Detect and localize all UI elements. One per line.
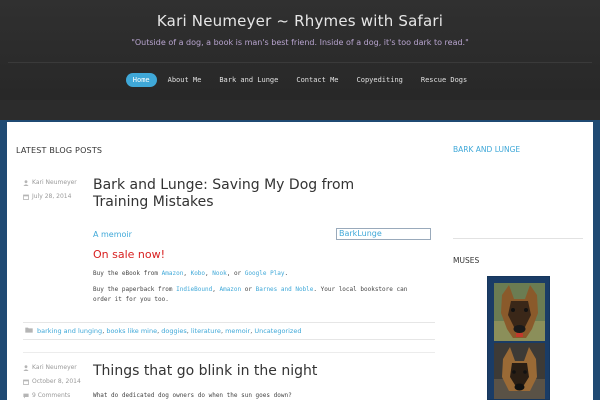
calendar-icon (23, 379, 29, 385)
post-author-name[interactable]: Kari Neumeyer (32, 179, 77, 186)
post-separator (23, 352, 435, 353)
nav-bark-and-lunge[interactable]: Bark and Lunge (212, 73, 285, 87)
widget-muses-title: MUSES (453, 256, 480, 265)
widget-bark-and-lunge-title[interactable]: BARK AND LUNGE (453, 145, 520, 154)
nav-contact-me[interactable]: Contact Me (289, 73, 345, 87)
nav-about-me[interactable]: About Me (161, 73, 209, 87)
book-cover-image[interactable]: BarkLunge (336, 228, 431, 240)
ebook-prefix: Buy the eBook from (93, 270, 159, 277)
tag-uncategorized[interactable]: Uncategorized (254, 327, 301, 335)
paperback-prefix: Buy the paperback from (93, 286, 173, 293)
ebook-link-google-play[interactable]: Google Play (245, 270, 285, 277)
post-date: July 28, 2014 (23, 193, 71, 200)
post2-comments-text[interactable]: 9 Comments (32, 392, 70, 399)
post2-date-text[interactable]: October 8, 2014 (32, 378, 81, 385)
nav-copyediting[interactable]: Copyediting (350, 73, 410, 87)
tag-literature[interactable]: literature (191, 327, 221, 335)
memoir-link[interactable]: A memoir (93, 230, 132, 239)
tag-barking-and-lunging[interactable]: barking and lunging (37, 327, 102, 335)
nav-rescue-dogs[interactable]: Rescue Dogs (414, 73, 474, 87)
muse-photo-1[interactable] (494, 283, 545, 341)
post-tags: barking and lunging, books like mine, do… (23, 322, 435, 340)
post2-comments: 9 Comments (23, 392, 70, 399)
calendar-icon (23, 194, 29, 200)
nav-home[interactable]: Home (125, 73, 157, 87)
muse-photo-2[interactable] (494, 343, 545, 399)
ebook-link-amazon[interactable]: Amazon (162, 270, 184, 277)
site-title[interactable]: Kari Neumeyer ~ Rhymes with Safari (0, 12, 600, 30)
post-date-text[interactable]: July 28, 2014 (32, 193, 71, 200)
post2-title[interactable]: Things that go blink in the night (93, 363, 393, 380)
ebook-link-nook[interactable]: Nook (212, 270, 226, 277)
post2-excerpt: What do dedicated dog owners do when the… (93, 392, 292, 399)
tag-doggies[interactable]: doggies (161, 327, 187, 335)
post-author: Kari Neumeyer (23, 179, 77, 186)
ebook-link-kobo[interactable]: Kobo (191, 270, 205, 277)
paperback-link-indiebound[interactable]: IndieBound (176, 286, 212, 293)
header-band (0, 100, 600, 120)
section-title: LATEST BLOG POSTS (16, 146, 103, 155)
person-icon (23, 364, 29, 371)
ebook-paragraph: Buy the eBook from Amazon, Kobo, Nook, o… (93, 270, 289, 277)
post-title[interactable]: Bark and Lunge: Saving My Dog from Train… (93, 177, 393, 211)
header-divider (8, 62, 592, 63)
widget-divider (453, 238, 583, 239)
paperback-link-amazon[interactable]: Amazon (219, 286, 241, 293)
tag-books-like-mine[interactable]: books like mine (106, 327, 157, 335)
post2-author-name[interactable]: Kari Neumeyer (32, 364, 77, 371)
on-sale-heading: On sale now! (93, 248, 166, 261)
post2-author: Kari Neumeyer (23, 364, 77, 371)
muses-photo-strip (487, 276, 550, 400)
site-tagline: "Outside of a dog, a book is man's best … (131, 38, 469, 47)
tag-memoir[interactable]: memoir (225, 327, 250, 335)
content-panel: LATEST BLOG POSTS Kari Neumeyer July 28,… (7, 122, 593, 400)
paperback-paragraph: Buy the paperback from IndieBound, Amazo… (93, 286, 408, 303)
post2-date: October 8, 2014 (23, 378, 81, 385)
paperback-link-barnes-noble[interactable]: Barnes and Noble (256, 286, 314, 293)
main-nav: Home About Me Bark and Lunge Contact Me … (0, 72, 600, 88)
site-header: Kari Neumeyer ~ Rhymes with Safari "Outs… (0, 0, 600, 120)
comment-icon (23, 393, 29, 399)
person-icon (23, 179, 29, 186)
folder-icon (25, 327, 33, 335)
